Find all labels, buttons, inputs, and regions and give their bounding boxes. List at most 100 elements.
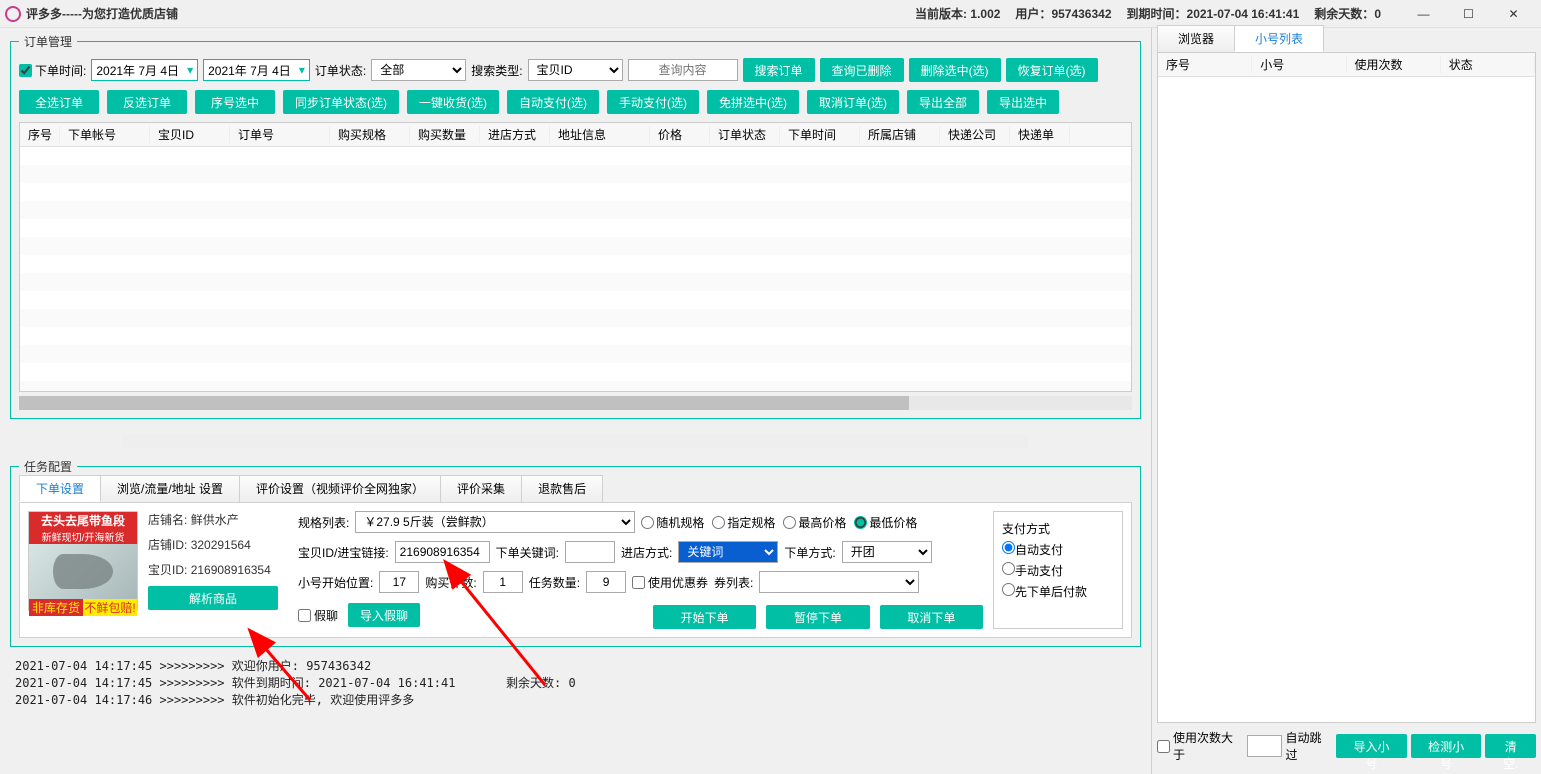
- search-input[interactable]: [628, 59, 738, 81]
- column-header[interactable]: 地址信息: [550, 126, 650, 143]
- one-key-receive-button[interactable]: 一键收货(选): [407, 90, 499, 114]
- lowest-price-radio[interactable]: 最低价格: [854, 514, 917, 531]
- item-id: 216908916354: [191, 563, 271, 577]
- tab-3[interactable]: 评价采集: [440, 475, 522, 502]
- item-link-input[interactable]: [395, 541, 490, 563]
- date-from-select[interactable]: 2021年 7月 4日▾: [91, 59, 198, 81]
- export-all-button[interactable]: 导出全部: [907, 90, 979, 114]
- table-row[interactable]: [20, 255, 1131, 273]
- select-all-button[interactable]: 全选订单: [19, 90, 99, 114]
- table-row[interactable]: [20, 381, 1131, 392]
- coupon-list-select[interactable]: [759, 571, 919, 593]
- pause-order-button[interactable]: 暂停下单: [766, 605, 869, 629]
- titlebar: 评多多-----为您打造优质店铺 当前版本: 1.002 用户：95743634…: [0, 0, 1541, 28]
- minimize-button[interactable]: —: [1401, 0, 1446, 28]
- use-coupon-checkbox[interactable]: 使用优惠券: [632, 574, 708, 591]
- right-tab-1[interactable]: 小号列表: [1234, 25, 1324, 52]
- order-table[interactable]: 序号下单帐号宝贝ID订单号购买规格购买数量进店方式地址信息价格订单状态下单时间所…: [19, 122, 1132, 392]
- search-order-button[interactable]: 搜索订单: [743, 58, 815, 82]
- order-status-select[interactable]: 全部: [371, 59, 466, 81]
- specified-spec-radio[interactable]: 指定规格: [712, 514, 775, 531]
- table-row[interactable]: [20, 219, 1131, 237]
- table-row[interactable]: [20, 363, 1131, 381]
- import-fake-chat-button[interactable]: 导入假聊: [348, 603, 420, 627]
- free-group-button[interactable]: 免拼选中(选): [707, 90, 799, 114]
- delete-selected-button[interactable]: 删除选中(选): [909, 58, 1001, 82]
- sync-status-button[interactable]: 同步订单状态(选): [283, 90, 399, 114]
- invert-select-button[interactable]: 反选订单: [107, 90, 187, 114]
- clear-account-button[interactable]: 清空.: [1485, 734, 1536, 758]
- column-header[interactable]: 进店方式: [480, 126, 550, 143]
- tab-4[interactable]: 退款售后: [521, 475, 603, 502]
- tab-1[interactable]: 浏览/流量/地址 设置: [100, 475, 240, 502]
- table-row[interactable]: [20, 291, 1131, 309]
- auto-pay-radio[interactable]: 自动支付: [1002, 541, 1114, 558]
- column-header[interactable]: 下单帐号: [60, 126, 150, 143]
- export-selected-button[interactable]: 导出选中: [987, 90, 1059, 114]
- cancel-order-button[interactable]: 取消订单(选): [807, 90, 899, 114]
- restore-order-button[interactable]: 恢复订单(选): [1006, 58, 1098, 82]
- column-header[interactable]: 使用次数: [1347, 56, 1441, 73]
- manual-pay-button[interactable]: 手动支付(选): [607, 90, 699, 114]
- random-spec-radio[interactable]: 随机规格: [641, 514, 704, 531]
- table-row[interactable]: [20, 147, 1131, 165]
- task-qty-input[interactable]: [586, 571, 626, 593]
- column-header[interactable]: 购买数量: [410, 126, 480, 143]
- query-deleted-button[interactable]: 查询已删除: [820, 58, 904, 82]
- seq-select-button[interactable]: 序号选中: [195, 90, 275, 114]
- detect-account-button[interactable]: 检测小号: [1411, 734, 1482, 758]
- column-header[interactable]: 序号: [1158, 56, 1252, 73]
- order-management-panel: 订单管理 下单时间: 2021年 7月 4日▾ 2021年 7月 4日▾ 订单状…: [10, 33, 1141, 419]
- import-account-button[interactable]: 导入小号: [1336, 734, 1407, 758]
- parse-product-button[interactable]: 解析商品: [148, 586, 278, 610]
- table-row[interactable]: [20, 201, 1131, 219]
- tab-2[interactable]: 评价设置（视频评价全网独家）: [239, 475, 441, 502]
- start-pos-input[interactable]: [379, 571, 419, 593]
- column-header[interactable]: 订单号: [230, 126, 330, 143]
- account-table[interactable]: 序号小号使用次数状态: [1157, 52, 1536, 723]
- task-config-panel: 任务配置 下单设置浏览/流量/地址 设置评价设置（视频评价全网独家）评价采集退款…: [10, 458, 1141, 647]
- right-tab-0[interactable]: 浏览器: [1157, 25, 1235, 52]
- column-header[interactable]: 购买规格: [330, 126, 410, 143]
- order-time-checkbox[interactable]: [19, 64, 32, 77]
- table-row[interactable]: [20, 345, 1131, 363]
- manual-pay-radio[interactable]: 手动支付: [1002, 562, 1114, 579]
- spec-list-select[interactable]: ￥27.9 5斤装（尝鲜款）: [355, 511, 635, 533]
- order-method-select[interactable]: 开团: [842, 541, 932, 563]
- start-order-button[interactable]: 开始下单: [653, 605, 756, 629]
- enter-method-select[interactable]: 关键词: [678, 541, 778, 563]
- use-count-checkbox[interactable]: 使用次数大于: [1157, 729, 1243, 763]
- column-header[interactable]: 小号: [1252, 56, 1346, 73]
- table-row[interactable]: [20, 165, 1131, 183]
- search-type-select[interactable]: 宝贝ID: [528, 59, 623, 81]
- table-row[interactable]: [20, 309, 1131, 327]
- use-count-input[interactable]: [1247, 735, 1282, 757]
- auto-pay-button[interactable]: 自动支付(选): [507, 90, 599, 114]
- column-header[interactable]: 订单状态: [710, 126, 780, 143]
- maximize-button[interactable]: ☐: [1446, 0, 1491, 28]
- column-header[interactable]: 所属店铺: [860, 126, 940, 143]
- column-header[interactable]: 价格: [650, 126, 710, 143]
- column-header[interactable]: 宝贝ID: [150, 126, 230, 143]
- tab-content: 去头去尾带鱼段 新鲜现切/开海新货 非库存货 不鲜包赔! 店铺名: 鲜供水产 店…: [19, 502, 1132, 638]
- horizontal-scrollbar[interactable]: [19, 396, 1132, 410]
- table-row[interactable]: [20, 183, 1131, 201]
- close-button[interactable]: ✕: [1491, 0, 1536, 28]
- tab-0[interactable]: 下单设置: [19, 475, 101, 502]
- column-header[interactable]: 快递单: [1010, 126, 1070, 143]
- fake-chat-checkbox[interactable]: 假聊: [298, 607, 338, 624]
- log-output: 2021-07-04 14:17:45 >>>>>>>>> 欢迎你用户: 957…: [10, 652, 1141, 713]
- column-header[interactable]: 快递公司: [940, 126, 1010, 143]
- order-first-radio[interactable]: 先下单后付款: [1002, 583, 1114, 600]
- date-to-select[interactable]: 2021年 7月 4日▾: [203, 59, 310, 81]
- highest-price-radio[interactable]: 最高价格: [783, 514, 846, 531]
- cancel-order-task-button[interactable]: 取消下单: [880, 605, 983, 629]
- column-header[interactable]: 序号: [20, 126, 60, 143]
- buy-qty-input[interactable]: [483, 571, 523, 593]
- column-header[interactable]: 状态: [1441, 56, 1535, 73]
- table-row[interactable]: [20, 237, 1131, 255]
- table-row[interactable]: [20, 273, 1131, 291]
- order-keyword-input[interactable]: [565, 541, 615, 563]
- table-row[interactable]: [20, 327, 1131, 345]
- column-header[interactable]: 下单时间: [780, 126, 860, 143]
